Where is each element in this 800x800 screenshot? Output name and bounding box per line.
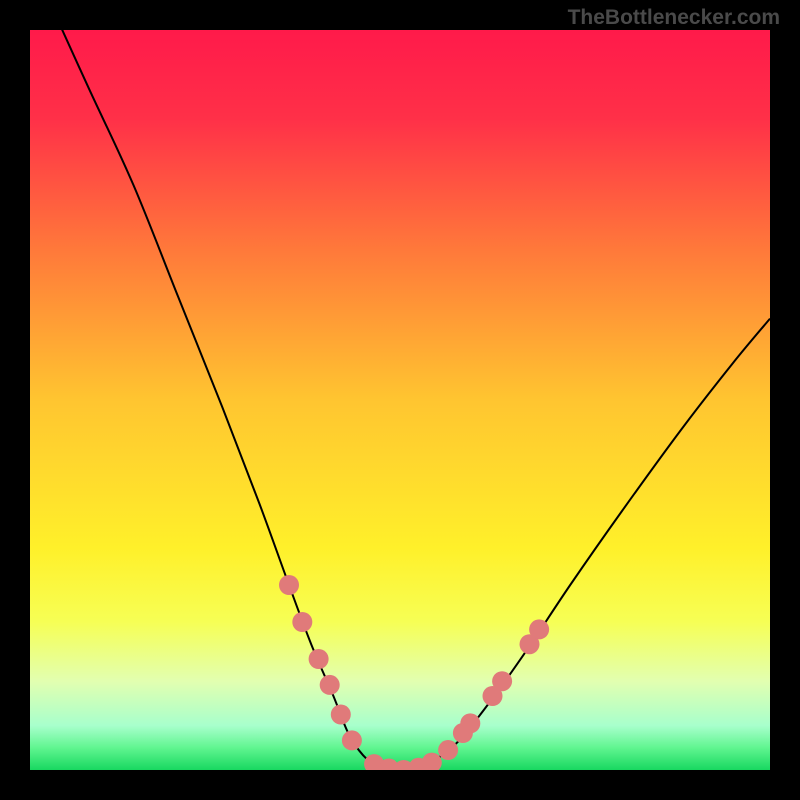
chart-container: TheBottlenecker.com (0, 0, 800, 800)
data-point (342, 730, 362, 750)
gradient-background (30, 30, 770, 770)
data-point (331, 705, 351, 725)
data-point (320, 675, 340, 695)
plot-area (30, 30, 770, 770)
data-point (460, 713, 480, 733)
data-point (492, 671, 512, 691)
data-point (438, 740, 458, 760)
data-point (309, 649, 329, 669)
chart-svg (30, 30, 770, 770)
data-point (292, 612, 312, 632)
data-point (529, 619, 549, 639)
watermark-text: TheBottlenecker.com (568, 6, 780, 30)
data-point (279, 575, 299, 595)
